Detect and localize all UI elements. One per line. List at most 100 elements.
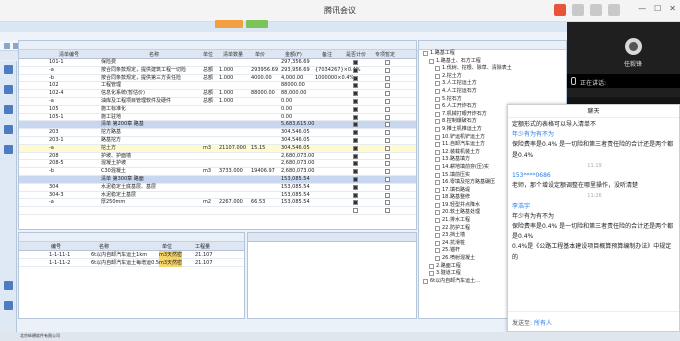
calc-checkbox[interactable] bbox=[353, 114, 358, 120]
table-row[interactable]: -a 厚250mm m2 2267.000 66.53 153,085.54 bbox=[19, 199, 416, 208]
minimize-icon[interactable]: — bbox=[638, 4, 646, 13]
cell-amount[interactable]: 2,680,073.00 bbox=[281, 160, 314, 167]
col-header[interactable]: 名称 bbox=[99, 243, 109, 250]
col-header[interactable]: 编号 bbox=[51, 243, 61, 250]
expand-icon[interactable] bbox=[435, 195, 440, 201]
cell-name[interactable]: 路基挖方 bbox=[101, 137, 121, 144]
expand-icon[interactable] bbox=[435, 225, 440, 231]
cell-no[interactable]: 1-1-11-2 bbox=[49, 259, 70, 267]
expand-icon[interactable] bbox=[435, 240, 440, 246]
tray-icon[interactable] bbox=[572, 4, 584, 16]
calc-checkbox[interactable] bbox=[353, 145, 358, 151]
cell-name[interactable]: C30混凝土 bbox=[101, 168, 126, 175]
table-row[interactable]: 208-5 混凝土护坡 2,680,073.00 bbox=[19, 160, 416, 169]
col-header[interactable]: 单价 bbox=[255, 51, 265, 58]
provisional-checkbox[interactable] bbox=[385, 106, 390, 112]
table-row[interactable]: 208 护坡、护面墙 2,680,073.00 bbox=[19, 153, 416, 161]
expand-icon[interactable] bbox=[435, 134, 440, 140]
calc-checkbox[interactable] bbox=[353, 200, 358, 206]
col-header[interactable]: 清单编号 bbox=[59, 51, 79, 58]
provisional-checkbox[interactable] bbox=[385, 192, 390, 198]
cell-name[interactable]: 工程管理 bbox=[101, 82, 121, 89]
cell-qty[interactable]: 21.107 bbox=[195, 259, 213, 267]
tree-node[interactable]: 4.人工挖运石方 bbox=[419, 88, 566, 96]
calc-checkbox[interactable] bbox=[353, 130, 358, 136]
provisional-checkbox[interactable] bbox=[385, 208, 390, 214]
cell-amount[interactable]: 2,680,073.00 bbox=[281, 153, 314, 160]
cell-unit[interactable]: m3天然密 bbox=[159, 251, 183, 259]
send-to-select[interactable]: 所有人 bbox=[534, 318, 552, 327]
expand-icon[interactable] bbox=[435, 81, 440, 87]
tool-icon[interactable] bbox=[4, 43, 10, 49]
rail-item[interactable] bbox=[2, 145, 15, 154]
calc-checkbox[interactable] bbox=[353, 83, 358, 89]
tree-node[interactable]: 3.人工挖运土方 bbox=[419, 80, 566, 88]
expand-icon[interactable] bbox=[435, 248, 440, 254]
cell-unit[interactable]: m3天然密 bbox=[159, 259, 183, 267]
cell-code[interactable]: 208-5 bbox=[49, 160, 64, 167]
cell-name[interactable]: 清单 第200章 路基 bbox=[101, 121, 144, 128]
cell-amount[interactable]: 0.00 bbox=[281, 114, 292, 121]
cell-amount[interactable]: 2,680,073.00 bbox=[281, 168, 314, 175]
cell-name[interactable]: 6t以内自卸汽车运土1km bbox=[91, 251, 147, 259]
cell-qty[interactable]: 1.000 bbox=[219, 98, 233, 105]
calc-checkbox[interactable] bbox=[353, 67, 358, 73]
chat-sender[interactable]: 李浩宇 bbox=[512, 202, 677, 212]
table-row[interactable]: 105-1 施工驻地 0.00 bbox=[19, 114, 416, 122]
table-row[interactable]: 203-1 路基挖方 304,546.05 bbox=[19, 137, 416, 145]
cell-amount[interactable]: 153,085.54 bbox=[281, 184, 310, 191]
cell-code[interactable]: 102-4 bbox=[49, 90, 64, 97]
cell-price[interactable]: 66.53 bbox=[251, 199, 265, 206]
expand-icon[interactable] bbox=[423, 51, 428, 56]
cell-qty[interactable]: 2267.000 bbox=[219, 199, 243, 206]
col-header[interactable]: 清单数量 bbox=[223, 51, 243, 58]
cell-code[interactable]: -a bbox=[49, 98, 54, 105]
table-row[interactable] bbox=[19, 207, 416, 215]
cell-code[interactable]: 203 bbox=[49, 129, 59, 136]
cell-code[interactable]: 105 bbox=[49, 106, 59, 113]
expand-icon[interactable] bbox=[435, 73, 440, 79]
provisional-checkbox[interactable] bbox=[385, 161, 390, 167]
col-header[interactable]: 单位 bbox=[162, 243, 172, 250]
provisional-checkbox[interactable] bbox=[385, 122, 390, 128]
cell-note[interactable]: 1000000×0.4% bbox=[315, 75, 354, 82]
cell-name[interactable]: 挖土方 bbox=[101, 145, 116, 152]
cell-amount[interactable]: 153,085.54 bbox=[281, 199, 310, 206]
cell-name[interactable]: 6t以内自卸汽车运土每增运0.5km bbox=[91, 259, 167, 267]
cell-name[interactable]: 信息化系统(暂估价) bbox=[101, 90, 145, 97]
cell-name[interactable]: 护坡、护面墙 bbox=[101, 153, 131, 160]
cell-amount[interactable]: 0.00 bbox=[281, 106, 292, 113]
table-row[interactable]: 101-1 保险费 297,356.69 bbox=[19, 59, 416, 67]
provisional-checkbox[interactable] bbox=[385, 98, 390, 104]
provisional-checkbox[interactable] bbox=[385, 200, 390, 206]
expand-icon[interactable] bbox=[435, 202, 440, 208]
table-row[interactable]: -a 按合同条款规定，提供建筑工程一切险 总额 1.000 293956.69 293,9… bbox=[19, 67, 416, 75]
table-row[interactable]: 102 工程管理 88000.00 bbox=[19, 82, 416, 91]
table-row[interactable]: -a 油库及工程项目管理软件及硬件 总额 1.000 0.00 bbox=[19, 98, 416, 106]
rail-item[interactable] bbox=[2, 125, 15, 134]
cell-amount[interactable]: 5,683,615.00 bbox=[281, 121, 314, 128]
expand-icon[interactable] bbox=[435, 111, 440, 117]
cell-code[interactable]: -a bbox=[49, 145, 54, 152]
cell-unit[interactable]: m3 bbox=[203, 168, 211, 175]
expand-icon[interactable] bbox=[423, 278, 428, 284]
provisional-checkbox[interactable] bbox=[385, 137, 390, 143]
cell-name[interactable]: 按合同条款规定，提供第三方责任险 bbox=[101, 75, 181, 82]
cell-unit[interactable]: m2 bbox=[203, 199, 211, 206]
expand-icon[interactable] bbox=[435, 119, 440, 125]
cell-amount[interactable]: 153,085.54 bbox=[281, 192, 310, 199]
cell-qty[interactable]: 1.000 bbox=[219, 67, 233, 74]
col-header[interactable]: 备注 bbox=[322, 51, 332, 58]
cell-code[interactable]: 102 bbox=[49, 82, 59, 89]
expand-icon[interactable] bbox=[435, 210, 440, 216]
calc-checkbox[interactable] bbox=[353, 106, 358, 112]
calc-checkbox[interactable] bbox=[353, 184, 358, 190]
expand-icon[interactable] bbox=[435, 157, 440, 163]
rail-item[interactable] bbox=[2, 281, 15, 290]
calc-checkbox[interactable] bbox=[353, 176, 358, 182]
cell-name[interactable]: 油库及工程项目管理软件及硬件 bbox=[101, 98, 171, 105]
provisional-checkbox[interactable] bbox=[385, 145, 390, 151]
provisional-checkbox[interactable] bbox=[385, 60, 390, 65]
table-row[interactable]: -a 挖土方 m3 21107.000 15.15 304,546.05 bbox=[19, 144, 416, 153]
cell-name[interactable]: 按合同条款规定，提供建筑工程一切险 bbox=[101, 67, 186, 74]
